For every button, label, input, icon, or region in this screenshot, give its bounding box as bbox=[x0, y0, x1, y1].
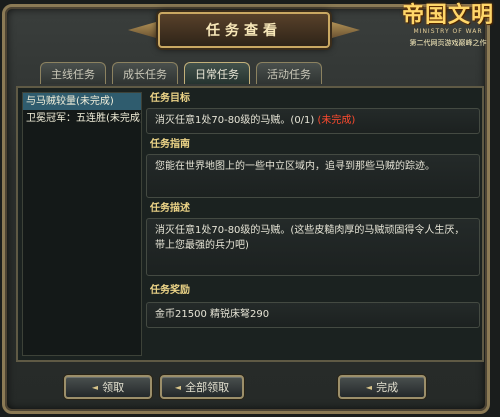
description-box: 消灭任意1处70-80级的马贼。(这些皮糙肉厚的马贼顽固得令人生厌，带上您最强的… bbox=[146, 218, 480, 276]
quest-list-item[interactable]: 卫冕冠军：五连胜(未完成) bbox=[23, 110, 141, 127]
complete-button-label: 完成 bbox=[376, 381, 399, 394]
description-heading: 任务描述 bbox=[150, 203, 190, 214]
tab-growth-quests[interactable]: 成长任务 bbox=[112, 62, 178, 84]
quest-list[interactable]: 与马贼较量(未完成) 卫冕冠军：五连胜(未完成) bbox=[22, 92, 142, 356]
reward-heading: 任务奖励 bbox=[150, 285, 190, 296]
quest-list-item[interactable]: 与马贼较量(未完成) bbox=[23, 93, 141, 110]
logo-title: 帝国文明 bbox=[401, 3, 494, 28]
complete-button[interactable]: ◄ 完成 bbox=[338, 375, 426, 399]
guide-box: 您能在世界地图上的一些中立区域内，追寻到那些马贼的踪迹。 bbox=[146, 154, 480, 198]
tab-event-quests[interactable]: 活动任务 bbox=[256, 62, 322, 84]
window-title-plate: 任务查看 bbox=[158, 12, 330, 48]
tab-main-quests[interactable]: 主线任务 bbox=[40, 62, 106, 84]
quest-content-panel: 与马贼较量(未完成) 卫冕冠军：五连胜(未完成) 任务目标 消灭任意1处70-8… bbox=[16, 86, 484, 362]
objective-status: (未完成) bbox=[317, 115, 356, 126]
logo-tagline: 第二代网页游戏巅峰之作 bbox=[409, 39, 487, 47]
claim-all-button-label: 全部领取 bbox=[185, 381, 230, 394]
arrow-left-icon: ◄ bbox=[91, 382, 99, 392]
objective-text: 消灭任意1处70-80级的马贼。(0/1) bbox=[155, 115, 315, 126]
quest-tabs: 主线任务 成长任务 日常任务 活动任务 bbox=[40, 62, 322, 86]
arrow-left-icon: ◄ bbox=[174, 382, 182, 392]
objective-box: 消灭任意1处70-80级的马贼。(0/1) (未完成) bbox=[146, 108, 480, 134]
guide-text: 您能在世界地图上的一些中立区域内，追寻到那些马贼的踪迹。 bbox=[155, 161, 435, 172]
quest-detail: 任务目标 消灭任意1处70-80级的马贼。(0/1) (未完成) 任务指南 您能… bbox=[146, 92, 480, 358]
objective-heading: 任务目标 bbox=[150, 93, 190, 104]
claim-button[interactable]: ◄ 领取 bbox=[64, 375, 152, 399]
reward-box: 金币21500 精锐床弩290 bbox=[146, 302, 480, 328]
arrow-left-icon: ◄ bbox=[365, 382, 373, 392]
game-logo: 帝国文明 MINISTRY OF WAR 第二代网页游戏巅峰之作 bbox=[400, 4, 496, 58]
claim-all-button[interactable]: ◄ 全部领取 bbox=[160, 375, 244, 399]
description-text: 消灭任意1处70-80级的马贼。(这些皮糙肉厚的马贼顽固得令人生厌，带上您最强的… bbox=[155, 225, 465, 251]
guide-heading: 任务指南 bbox=[150, 139, 190, 150]
logo-subtitle: MINISTRY OF WAR bbox=[413, 28, 483, 35]
reward-text: 金币21500 精锐床弩290 bbox=[155, 309, 270, 320]
tab-daily-quests[interactable]: 日常任务 bbox=[184, 62, 250, 84]
window-title: 任务查看 bbox=[206, 23, 282, 39]
claim-button-label: 领取 bbox=[102, 381, 125, 394]
